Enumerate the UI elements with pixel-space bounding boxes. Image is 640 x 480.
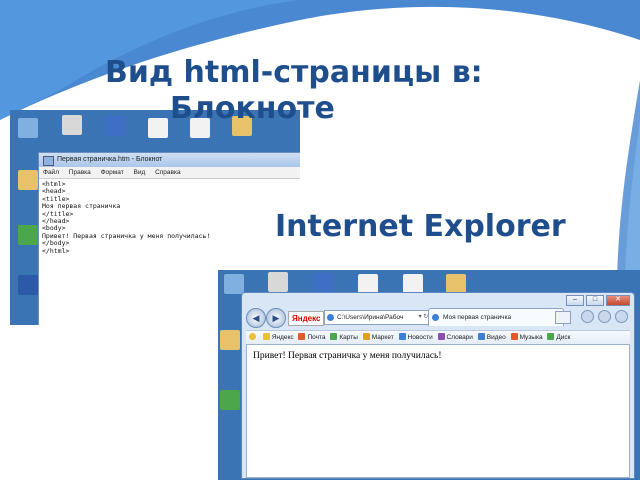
link-icon	[437, 333, 445, 340]
link-yandex[interactable]: Яндекс	[262, 331, 294, 344]
page-content-area: Привет! Первая страничка у меня получила…	[246, 344, 630, 478]
links-bar: Яндекс Почта Карты Маркет Новости Словар…	[246, 330, 630, 345]
minimize-button[interactable]: –	[566, 295, 584, 306]
link-icon	[547, 333, 555, 340]
link-music[interactable]: Музыка	[510, 331, 543, 344]
code-line: Моя первая страничка	[42, 202, 121, 211]
desktop-icon	[18, 225, 38, 245]
ie-window: – □ ✕ ◀ ▶ Яндекс C:\Users\Ирина\Рабоч ▾ …	[241, 292, 635, 479]
desktop-icon	[268, 272, 288, 292]
slide-title-line2: Блокноте	[170, 91, 335, 126]
desktop-icon	[62, 115, 82, 135]
desktop-icon	[105, 116, 125, 136]
code-line: </head>	[42, 217, 70, 226]
code-line: </title>	[42, 209, 74, 218]
notepad-icon	[43, 156, 54, 166]
desktop-icon	[220, 390, 240, 410]
home-icon[interactable]	[581, 310, 594, 323]
menu-item-help[interactable]: Справка	[155, 169, 181, 176]
code-line: <head>	[42, 187, 66, 196]
link-icon	[398, 333, 406, 340]
desktop-icon	[403, 274, 423, 294]
gear-icon[interactable]	[615, 310, 628, 323]
link-icon	[298, 333, 306, 340]
slide-title-ie: Internet Explorer	[275, 209, 566, 244]
tab-title: Моя первая страничка	[443, 314, 512, 321]
address-text: C:\Users\Ирина\Рабоч	[337, 314, 404, 321]
menu-item-format[interactable]: Формат	[101, 169, 124, 176]
desktop-icon	[313, 273, 333, 293]
ie-navigation-bar: ◀ ▶ Яндекс C:\Users\Ирина\Рабоч ▾ ↻ ✕ Мо…	[246, 307, 630, 329]
link-icon	[477, 333, 485, 340]
yandex-search-logo[interactable]: Яндекс	[288, 311, 325, 326]
folder-icon	[18, 170, 38, 190]
desktop-icon	[18, 275, 38, 295]
desktop-icon	[224, 274, 244, 294]
notepad-text-area[interactable]: <html> <head> <title> Моя первая страничка <…	[39, 179, 300, 257]
link-mail[interactable]: Почта	[298, 331, 326, 344]
tab-active[interactable]: Моя первая страничка ✕	[428, 308, 564, 326]
desktop-icon	[358, 274, 378, 294]
tab-page-icon	[432, 314, 439, 321]
desktop-icon	[148, 118, 168, 138]
page-icon	[327, 314, 334, 321]
new-tab-button[interactable]	[555, 311, 571, 324]
toolbar-right-icons	[581, 310, 628, 323]
address-bar[interactable]: C:\Users\Ирина\Рабоч ▾ ↻ ✕	[324, 310, 438, 325]
back-arrow-icon[interactable]: ◀	[246, 308, 266, 328]
slide-title-line1: Вид html-страницы в:	[105, 55, 483, 90]
menu-item-edit[interactable]: Правка	[69, 169, 91, 176]
link-icon	[330, 333, 338, 340]
menu-item-view[interactable]: Вид	[133, 169, 145, 176]
folder-icon	[220, 330, 240, 350]
notepad-window-title: Первая страничка.htm - Блокнот	[57, 156, 163, 163]
ie-screenshot: – □ ✕ ◀ ▶ Яндекс C:\Users\Ирина\Рабоч ▾ …	[218, 270, 640, 480]
link-maps[interactable]: Карты	[330, 331, 358, 344]
window-caption-buttons: – □ ✕	[566, 295, 630, 306]
links-bar-star-icon[interactable]	[249, 331, 258, 344]
notepad-titlebar[interactable]: Первая страничка.htm - Блокнот	[39, 153, 300, 167]
maximize-button[interactable]: □	[586, 295, 604, 306]
code-line: Привет! Первая страничка у меня получила…	[42, 231, 211, 240]
forward-arrow-icon[interactable]: ▶	[266, 308, 286, 328]
notepad-menubar: Файл Правка Формат Вид Справка	[39, 167, 300, 179]
close-button[interactable]: ✕	[606, 295, 630, 306]
favorites-star-icon[interactable]	[598, 310, 611, 323]
link-market[interactable]: Маркет	[362, 331, 394, 344]
code-line: </body>	[42, 239, 70, 248]
menu-item-file[interactable]: Файл	[43, 169, 59, 176]
link-icon	[362, 333, 370, 340]
code-line: <html>	[42, 180, 66, 188]
link-icon	[510, 333, 518, 340]
code-line: </html>	[42, 246, 70, 255]
link-video[interactable]: Видео	[477, 331, 506, 344]
page-body-text: Привет! Первая страничка у меня получила…	[253, 351, 442, 361]
desktop-icon	[18, 118, 38, 138]
link-icon	[262, 333, 270, 340]
folder-icon	[446, 274, 466, 294]
link-news[interactable]: Новости	[398, 331, 433, 344]
link-dictionaries[interactable]: Словари	[437, 331, 473, 344]
link-disk[interactable]: Диск	[547, 331, 571, 344]
